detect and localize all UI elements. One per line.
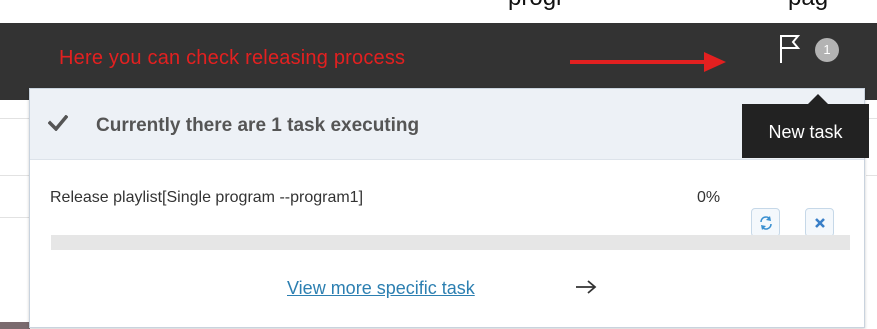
refresh-icon [760, 216, 772, 230]
task-dropdown-panel: Currently there are 1 task executing Rel… [29, 88, 865, 328]
cancel-task-button[interactable] [805, 208, 834, 237]
task-count-badge[interactable]: 1 [815, 38, 839, 62]
background-page-left [0, 100, 30, 329]
task-percent: 0% [697, 189, 721, 206]
tooltip-caret [808, 94, 828, 104]
annotation-text: Here you can check releasing process [59, 47, 406, 69]
cropped-text-right: pag [788, 0, 828, 12]
page-top-text-fragment: progr pag [0, 0, 877, 23]
cropped-text-left: progr [508, 0, 564, 12]
close-icon [815, 218, 825, 228]
flag-icon[interactable] [777, 32, 803, 64]
refresh-button[interactable] [751, 208, 780, 237]
arrow-right-icon[interactable] [575, 279, 597, 295]
tooltip-text: New task [768, 122, 843, 142]
annotation-arrow-icon [570, 52, 726, 72]
task-progress-bar [51, 235, 850, 250]
task-name: Release playlist[Single program --progra… [50, 189, 364, 206]
view-more-tasks-link[interactable]: View more specific task [287, 278, 475, 299]
executing-tasks-title: Currently there are 1 task executing [96, 115, 420, 136]
new-task-tooltip: New task [742, 104, 869, 158]
dropdown-header: Currently there are 1 task executing [30, 89, 864, 160]
check-icon [48, 115, 68, 131]
